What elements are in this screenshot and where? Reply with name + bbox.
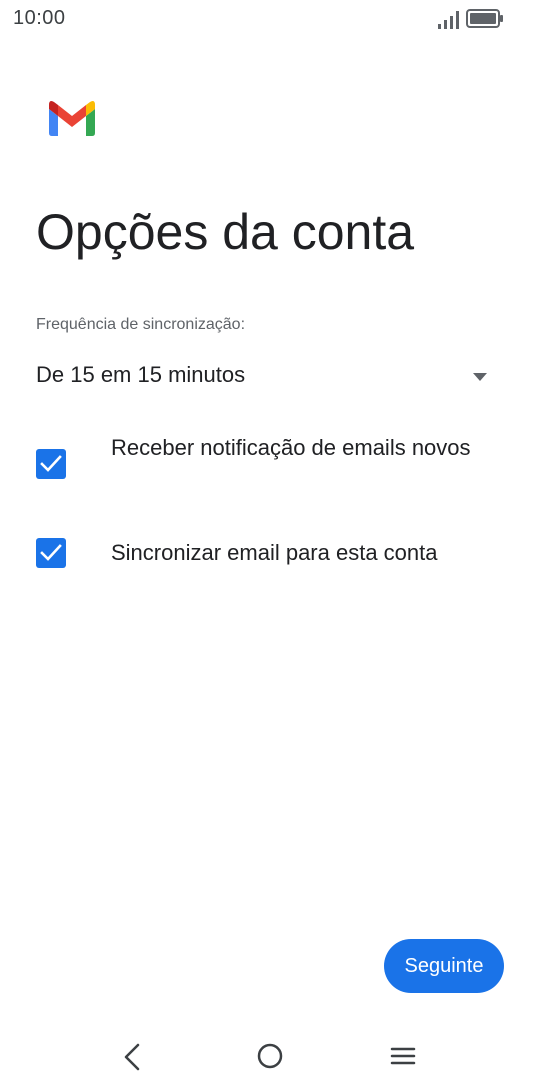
back-icon[interactable] (120, 1042, 144, 1072)
next-button[interactable]: Seguinte (384, 939, 504, 993)
option-new-email-notifications[interactable]: Receber notificação de emails novos (36, 432, 496, 496)
gmail-logo-icon (49, 101, 95, 136)
sync-frequency-dropdown[interactable]: De 15 em 15 minutos (36, 356, 496, 398)
home-icon[interactable] (256, 1042, 284, 1070)
check-icon (40, 455, 62, 472)
sync-checkbox[interactable] (36, 538, 66, 568)
page-title: Opções da conta (36, 204, 415, 260)
navigation-bar (0, 1020, 540, 1092)
option-sync-email[interactable]: Sincronizar email para esta conta (36, 536, 496, 572)
sync-frequency-label: Frequência de sincronização: (36, 316, 246, 333)
screen: 10:00 Opções da conta Frequência de sinc… (0, 0, 540, 1092)
notifications-checkbox[interactable] (36, 449, 66, 479)
status-bar: 10:00 (0, 0, 540, 40)
signal-icon (438, 11, 459, 29)
notifications-label: Receber notificação de emails novos (111, 435, 471, 460)
check-icon (40, 544, 62, 561)
sync-frequency-value: De 15 em 15 minutos (36, 362, 246, 387)
sync-label: Sincronizar email para esta conta (111, 540, 438, 565)
battery-icon (466, 9, 503, 28)
dropdown-arrow-icon (473, 373, 487, 381)
menu-icon[interactable] (390, 1046, 416, 1066)
status-time: 10:00 (13, 7, 66, 29)
